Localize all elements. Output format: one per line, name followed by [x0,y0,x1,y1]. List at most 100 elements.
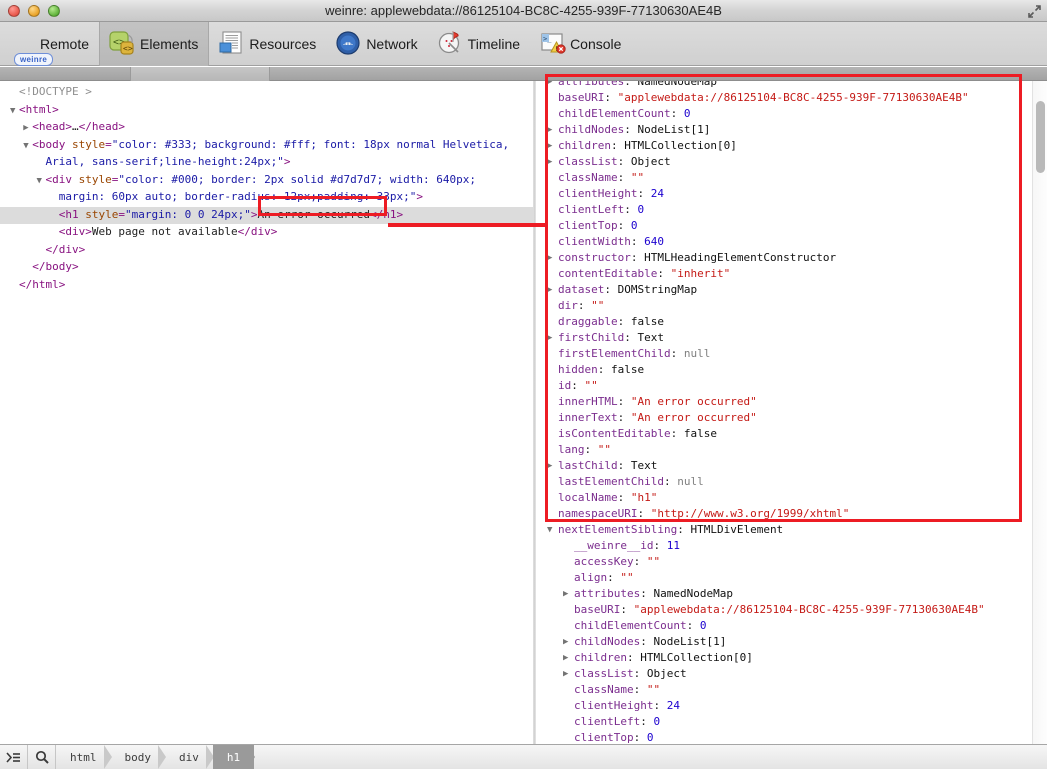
property-row[interactable]: ▶ dataset: DOMStringMap [536,282,1026,298]
tab-remote[interactable]: weinre Remote [0,22,99,66]
chevron-down-icon[interactable]: ▼ [10,103,19,120]
dom-node[interactable]: <!DOCTYPE > [0,84,533,102]
breadcrumb-item-html[interactable]: html [56,745,111,769]
property-row[interactable]: className: "" [536,682,1026,698]
property-separator: : [604,91,618,104]
property-row[interactable]: childElementCount: 0 [536,106,1026,122]
tab-console[interactable]: >_ ! Console [530,22,631,66]
property-row[interactable]: ▶ children: HTMLCollection[0] [536,138,1026,154]
property-separator: : [617,219,631,232]
property-row[interactable]: baseURI: "applewebdata://86125104-BC8C-4… [536,90,1026,106]
property-row[interactable]: ▶ classList: Object [536,154,1026,170]
chevron-right-icon[interactable]: ▶ [547,282,552,298]
chevron-right-icon[interactable]: ▶ [547,138,552,154]
properties-scrollbar[interactable] [1032,81,1047,744]
property-row[interactable]: clientHeight: 24 [536,186,1026,202]
property-row[interactable]: ▶ attributes: NamedNodeMap [536,586,1026,602]
chevron-down-icon[interactable]: ▼ [547,522,552,538]
property-value: NodeList[1] [653,635,727,648]
property-row[interactable]: dir: "" [536,298,1026,314]
property-value: 640 [644,235,664,248]
tab-timeline[interactable]: Timeline [428,22,530,66]
property-row[interactable]: ▶ childNodes: NodeList[1] [536,122,1026,138]
dom-node[interactable]: </body> [0,259,533,277]
property-row[interactable]: id: "" [536,378,1026,394]
chevron-right-icon[interactable]: ▶ [563,666,568,682]
property-row[interactable]: innerText: "An error occurred" [536,410,1026,426]
chevron-right-icon[interactable]: ▶ [547,458,552,474]
property-row[interactable]: clientLeft: 0 [536,202,1026,218]
property-row[interactable]: ▼ nextElementSibling: HTMLDivElement [536,522,1026,538]
chevron-right-icon[interactable]: ▶ [547,81,552,90]
property-row[interactable]: hidden: false [536,362,1026,378]
property-row[interactable]: clientTop: 0 [536,218,1026,234]
property-row[interactable]: align: "" [536,570,1026,586]
fullscreen-arrows-icon[interactable] [1026,3,1043,20]
property-row[interactable]: ▶ constructor: HTMLHeadingElementConstruc… [536,250,1026,266]
breadcrumb-item-div[interactable]: div [165,745,214,769]
tab-resources[interactable]: Resources [209,22,326,66]
property-row[interactable]: firstElementChild: null [536,346,1026,362]
property-row[interactable]: __weinre__id: 11 [536,538,1026,554]
tab-console-label: Console [570,35,622,52]
property-row[interactable]: className: "" [536,170,1026,186]
chevron-right-icon[interactable]: ▶ [23,120,32,137]
dom-tree-pane[interactable]: <!DOCTYPE > ▼ <html> ▶ <head>…</head> ▼ <bod… [0,81,533,744]
dom-node[interactable]: Arial, sans-serif;line-height:24px;"> [0,154,533,172]
property-row[interactable]: namespaceURI: "http://www.w3.org/1999/xh… [536,506,1026,522]
breadcrumb-item-h1[interactable]: h1 [212,745,256,769]
chevron-right-icon[interactable]: ▶ [547,250,552,266]
property-row[interactable]: contentEditable: "inherit" [536,266,1026,282]
chevron-right-icon[interactable]: ▶ [563,650,568,666]
property-row[interactable]: isContentEditable: false [536,426,1026,442]
chevron-right-icon[interactable]: ▶ [547,330,552,346]
property-row[interactable]: localName: "h1" [536,490,1026,506]
dock-toggle-icon[interactable] [0,745,28,769]
chevron-right-icon[interactable]: ▶ [563,634,568,650]
chevron-right-icon[interactable]: ▶ [547,154,552,170]
property-separator: : [630,251,645,264]
chevron-down-icon[interactable]: ▼ [23,138,32,155]
properties-pane[interactable]: ▶ attributes: NamedNodeMap baseURI: "apple… [536,81,1047,744]
property-row[interactable]: baseURI: "applewebdata://86125104-BC8C-4… [536,602,1026,618]
property-row[interactable]: ▶ children: HTMLCollection[0] [536,650,1026,666]
chevron-down-icon[interactable]: ▼ [37,173,46,190]
property-row[interactable]: clientTop: 0 [536,730,1026,744]
search-icon[interactable] [28,745,56,769]
tab-elements[interactable]: <> <> Elements [99,21,210,66]
property-row[interactable]: lang: "" [536,442,1026,458]
dom-node[interactable]: </div> [0,242,533,260]
chevron-right-icon[interactable]: ▶ [563,586,568,602]
property-row[interactable]: clientWidth: 640 [536,234,1026,250]
tab-network[interactable]: Network [326,22,427,66]
chevron-right-icon[interactable]: ▶ [547,122,552,138]
property-row[interactable]: ▶ childNodes: NodeList[1] [536,634,1026,650]
property-row[interactable]: accessKey: "" [536,554,1026,570]
breadcrumb-item-body[interactable]: body [111,745,166,769]
dom-node[interactable]: ▼ <div style="color: #000; border: 2px so… [0,172,533,190]
property-row[interactable]: draggable: false [536,314,1026,330]
dom-node[interactable]: ▼ <body style="color: #333; background: #… [0,137,533,155]
dom-node[interactable]: <div>Web page not available</div> [0,224,533,242]
scrollbar-thumb[interactable] [1036,101,1045,173]
property-row[interactable]: ▶ classList: Object [536,666,1026,682]
property-row[interactable]: clientLeft: 0 [536,714,1026,730]
dom-node[interactable]: margin: 60px auto; border-radius: 12px;p… [0,189,533,207]
property-separator: : [670,347,684,360]
property-row[interactable]: innerHTML: "An error occurred" [536,394,1026,410]
property-row[interactable]: ▶ attributes: NamedNodeMap [536,81,1026,90]
property-row[interactable]: childElementCount: 0 [536,618,1026,634]
property-row[interactable]: ▶ firstChild: Text [536,330,1026,346]
dom-node[interactable]: ▼ <html> [0,102,533,120]
property-row[interactable]: ▶ lastChild: Text [536,458,1026,474]
dom-node[interactable]: ▶ <head>…</head> [0,119,533,137]
property-row[interactable]: lastElementChild: null [536,474,1026,490]
property-row[interactable]: clientHeight: 24 [536,698,1026,714]
property-value: HTMLCollection[0] [624,139,737,152]
dom-node[interactable]: </html> [0,277,533,295]
dom-node-selected[interactable]: <h1 style="margin: 0 0 24px;">An error o… [0,206,533,224]
